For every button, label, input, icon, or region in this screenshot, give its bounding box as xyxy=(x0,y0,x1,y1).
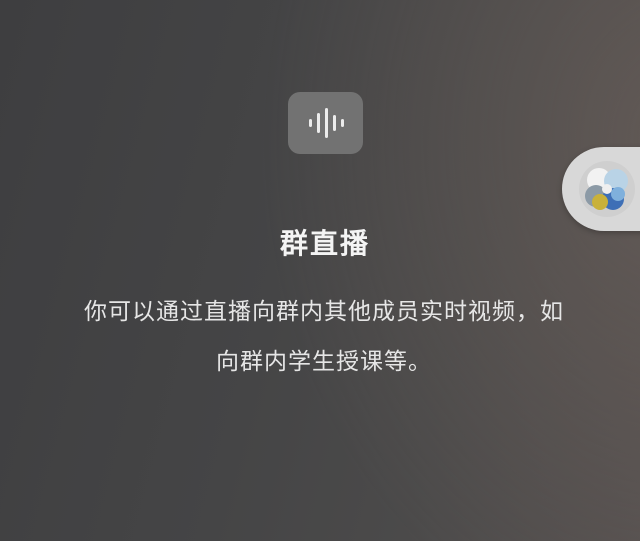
feature-title: 群直播 xyxy=(279,227,370,260)
voice-waveform-icon xyxy=(288,92,363,154)
feature-description-line2: 向群内学生授课等。 xyxy=(216,349,432,375)
floating-assistant-button[interactable] xyxy=(562,147,640,231)
feature-description-line1: 你可以通过直播向群内其他成员实时视频，如 xyxy=(84,299,564,325)
waveform-glyph xyxy=(308,108,344,138)
app-logo-pinwheel-icon xyxy=(579,161,635,217)
